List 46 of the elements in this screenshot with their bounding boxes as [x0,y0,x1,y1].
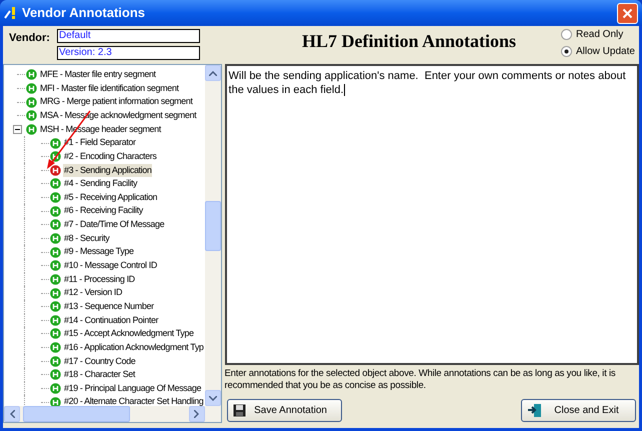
save-annotation-button[interactable]: Save Annotation [226,399,342,422]
vendor-name-field: Default [57,29,200,43]
text-caret [344,84,345,96]
app-icon [4,6,18,20]
tree-item[interactable]: #4 - Sending Facility [63,177,138,191]
tree-item[interactable]: #7 - Date/Time Of Message [63,218,166,232]
radio-option[interactable]: Read Only [561,27,639,41]
page-heading: HL7 Definition Annotations [302,30,516,53]
tree-item[interactable]: #13 - Sequence Number [63,300,155,314]
tree-item[interactable]: #14 - Continuation Pointer [63,314,160,328]
vertical-scrollbar[interactable] [204,65,221,406]
scroll-up-button[interactable] [204,65,221,81]
tree-item[interactable]: #6 - Receiving Facility [63,204,144,218]
scroll-left-button[interactable] [4,406,20,422]
scroll-right-button[interactable] [188,406,205,422]
horizontal-scrollbar[interactable] [4,406,221,422]
tree-item[interactable]: #9 - Message Type [63,245,135,259]
collapse-icon[interactable] [13,124,22,134]
tree-item[interactable]: #18 - Character Set [63,368,136,382]
tree-item[interactable]: #19 - Principal Language Of Message [63,382,202,396]
annotation-field[interactable]: Will be the sending application's name. Enter your own comments or notes about the values in each field. [224,64,639,365]
tree-item[interactable]: #17 - Country Code [63,354,136,368]
vendor-label: Vendor: [9,31,51,46]
tree-item[interactable]: #15 - Accept Acknowledgment Type [63,327,195,341]
exit-door-icon [527,403,543,418]
close-button[interactable] [617,2,638,24]
tree-item[interactable]: #16 - Application Acknowledgment Typ [63,340,205,354]
tree-item[interactable]: MRG - Merge patient information segment [39,95,194,109]
horizontal-scroll-thumb[interactable] [23,406,130,422]
tree-item[interactable]: MFI - Master file identification segment [39,82,180,96]
tree-item[interactable]: #11 - Processing ID [63,272,136,286]
tree-item[interactable]: #10 - Message Control ID [63,259,158,273]
tree-item[interactable]: #8 - Security [63,232,110,246]
radio-option[interactable]: Allow Update [561,44,639,58]
window-title: Vendor Annotations [22,4,146,22]
tree-item[interactable]: #20 - Alternate Character Set Handling [63,395,204,406]
close-icon [622,8,633,18]
close-exit-button[interactable]: Close and Exit [521,399,636,422]
tree-item[interactable]: #12 - Version ID [63,286,124,300]
tree-item[interactable]: #2 - Encoding Characters [63,150,158,164]
tree-item[interactable]: #5 - Receiving Application [63,190,158,204]
hint-text: Enter annotations for the selected object above. While annotations can be as long as you like, it is recommended that you be as concise as possible. [224,367,616,392]
scroll-thumb[interactable] [204,201,221,251]
scroll-down-button[interactable] [204,390,221,406]
tree-item[interactable]: MFE - Master file entry segment [39,68,157,82]
version-field: Version: 2.3 [57,46,200,60]
